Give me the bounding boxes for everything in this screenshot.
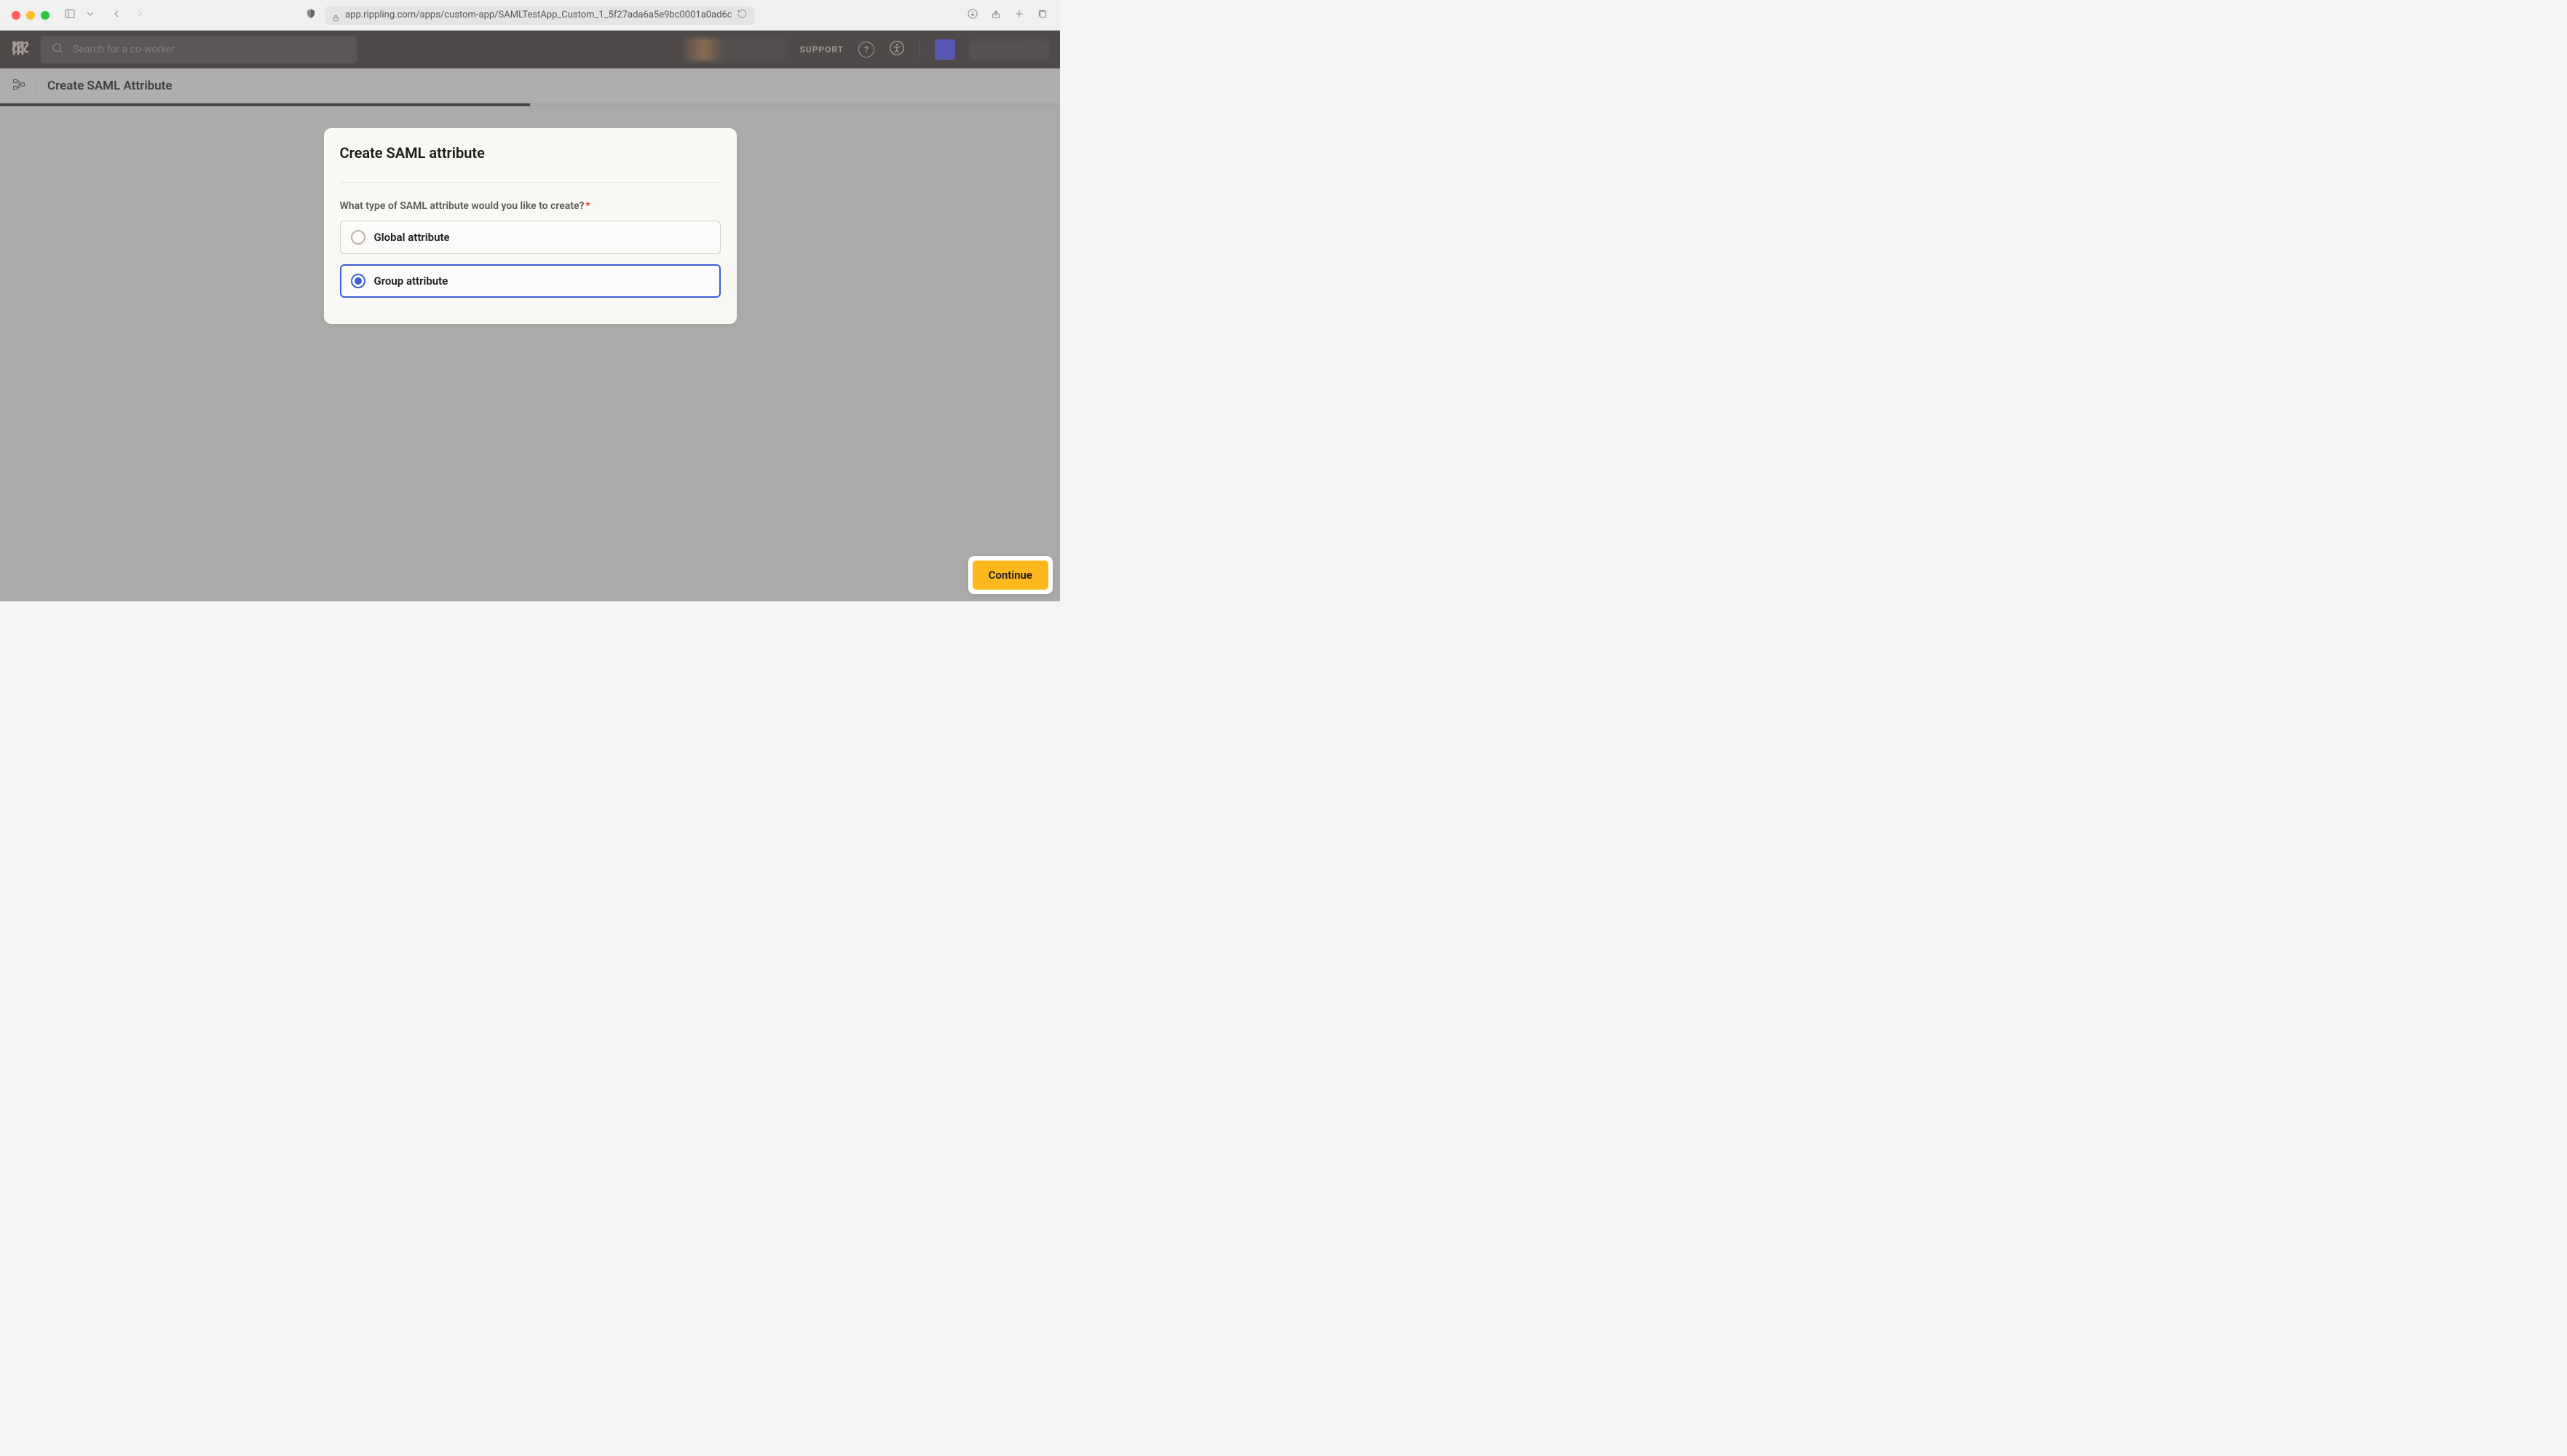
radio-label: Global attribute bbox=[374, 231, 450, 244]
sidebar-toggle-group bbox=[64, 8, 146, 23]
close-window-button[interactable] bbox=[12, 11, 20, 20]
user-name-blurred bbox=[970, 40, 1048, 59]
radio-global-attribute[interactable]: Global attribute bbox=[340, 221, 721, 254]
share-icon[interactable] bbox=[990, 8, 1002, 23]
search-box[interactable] bbox=[41, 36, 357, 63]
url-bar[interactable]: app.rippling.com/apps/custom-app/SAMLTes… bbox=[325, 6, 755, 25]
continue-button[interactable]: Continue bbox=[973, 561, 1048, 590]
user-avatar[interactable] bbox=[935, 39, 955, 60]
forward-button[interactable] bbox=[134, 8, 146, 23]
form-question-label: What type of SAML attribute would you li… bbox=[340, 200, 721, 212]
back-button[interactable] bbox=[111, 8, 122, 23]
search-icon bbox=[51, 41, 64, 58]
workflow-icon[interactable] bbox=[12, 77, 26, 95]
sidebar-icon[interactable] bbox=[64, 8, 76, 23]
support-link[interactable]: SUPPORT bbox=[799, 44, 844, 55]
browser-chrome: app.rippling.com/apps/custom-app/SAMLTes… bbox=[0, 0, 1060, 31]
help-icon[interactable]: ? bbox=[858, 41, 874, 58]
privacy-shield-icon[interactable] bbox=[306, 8, 317, 22]
new-tab-icon[interactable] bbox=[1013, 8, 1025, 23]
rippling-logo[interactable] bbox=[12, 39, 29, 60]
divider bbox=[919, 41, 920, 58]
download-icon[interactable] bbox=[967, 8, 978, 23]
main-content: Create SAML attribute What type of SAML … bbox=[0, 106, 1060, 601]
tabs-icon[interactable] bbox=[1037, 8, 1048, 23]
minimize-window-button[interactable] bbox=[26, 11, 35, 20]
page-title: Create SAML Attribute bbox=[47, 79, 173, 93]
maximize-window-button[interactable] bbox=[41, 11, 50, 20]
org-switcher-blurred bbox=[683, 38, 785, 61]
reload-icon[interactable] bbox=[737, 8, 748, 22]
radio-circle-icon bbox=[351, 230, 365, 245]
footer-action-container: Continue bbox=[968, 556, 1053, 594]
accessibility-icon[interactable] bbox=[889, 40, 905, 59]
create-saml-attribute-modal: Create SAML attribute What type of SAML … bbox=[324, 128, 737, 324]
required-indicator: * bbox=[585, 200, 590, 212]
search-input[interactable] bbox=[73, 44, 347, 55]
chevron-down-icon[interactable] bbox=[84, 8, 96, 23]
divider bbox=[340, 182, 721, 183]
radio-group-attribute[interactable]: Group attribute bbox=[340, 264, 721, 298]
url-text: app.rippling.com/apps/custom-app/SAMLTes… bbox=[345, 9, 731, 20]
radio-selected-dot bbox=[355, 277, 362, 285]
sub-header: Create SAML Attribute bbox=[0, 68, 1060, 103]
window-controls bbox=[12, 11, 50, 20]
lock-icon bbox=[333, 11, 340, 19]
radio-label: Group attribute bbox=[374, 274, 448, 288]
radio-circle-icon bbox=[351, 274, 365, 288]
app-top-bar: SUPPORT ? bbox=[0, 31, 1060, 68]
modal-title: Create SAML attribute bbox=[340, 144, 721, 162]
divider bbox=[36, 78, 37, 94]
